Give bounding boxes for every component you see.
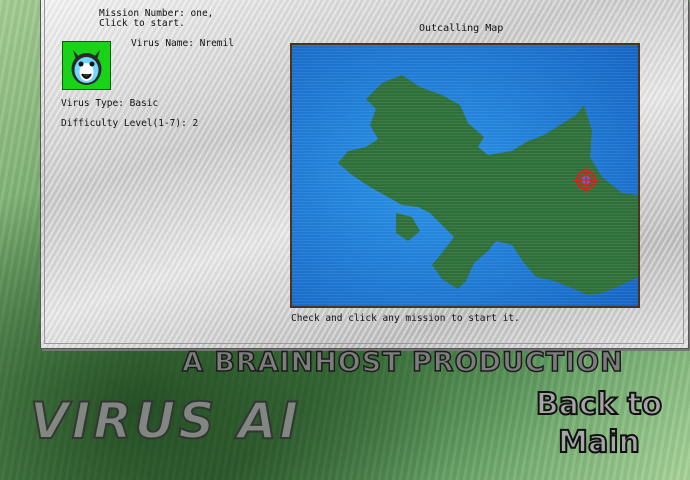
virus-name: Virus Name: Nremil [131,38,234,49]
back-to-main-button[interactable]: Back to Main [514,386,684,462]
production-credit: A BRAINHOST PRODUCTION [181,346,624,379]
outcalling-map[interactable] [290,43,640,308]
back-line-1: Back to [535,386,663,423]
difficulty-level: Difficulty Level(1-7): 2 [61,118,199,129]
back-line-2: Main [557,424,641,461]
map-title: Outcalling Map [419,23,504,34]
mission-panel: Mission Number: one, Click to start. Vir… [40,0,689,349]
map-hint: Check and click any mission to start it. [291,313,520,324]
game-logo: VIRUS AI [29,391,302,451]
virus-type: Virus Type: Basic [61,98,159,109]
mission-number-link[interactable]: Mission Number: one, Click to start. [99,9,213,29]
virus-avatar-icon [62,41,111,90]
